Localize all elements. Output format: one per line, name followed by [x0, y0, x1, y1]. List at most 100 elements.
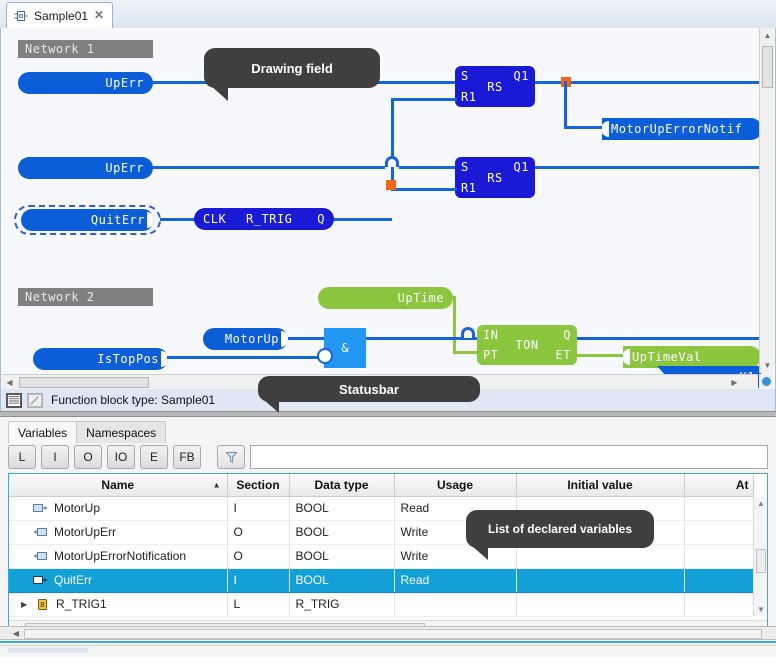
variable-label: UpErr: [105, 161, 144, 175]
negate-input-icon[interactable]: [317, 348, 333, 364]
scroll-left-icon[interactable]: ◀: [2, 375, 17, 389]
network-2-label[interactable]: Network 2: [18, 288, 153, 306]
filter-button-io[interactable]: IO: [107, 445, 135, 469]
canvas-vertical-scrollbar[interactable]: ▲ ▼: [759, 28, 774, 373]
column-header-initial-value[interactable]: Initial value: [516, 474, 685, 497]
cell-data-type: BOOL: [289, 544, 395, 569]
window-bottom-tab-stub[interactable]: [8, 648, 88, 653]
wire-uptime-down: [453, 296, 456, 354]
function-block-instance-icon: B: [38, 598, 47, 610]
close-icon[interactable]: ✕: [94, 9, 104, 22]
column-header-at[interactable]: At: [684, 474, 754, 497]
table-row[interactable]: ▶ B R_TRIG1 L R_TRIG: [9, 592, 754, 617]
callout-tail: [472, 546, 488, 560]
connector-notch-icon: [161, 351, 168, 367]
callout-tail: [264, 400, 279, 413]
wire-vertical-reset-bus: [391, 98, 394, 183]
horizontal-scroll-thumb[interactable]: [19, 377, 149, 388]
filter-button-l[interactable]: L: [8, 445, 36, 469]
tab-label: Variables: [18, 425, 68, 440]
scroll-up-icon[interactable]: ▲: [754, 497, 767, 510]
variable-quiterr[interactable]: QuitErr: [21, 209, 154, 231]
wire-istoppos-to-and: [167, 356, 322, 359]
r-trig-block[interactable]: CLK R_TRIG Q: [194, 208, 334, 230]
variable-istoppos[interactable]: IsTopPos: [33, 348, 168, 370]
cell-name: MotorUpErrorNotification: [9, 544, 228, 569]
diagram-canvas[interactable]: Network 1 UpErr S R1 Q1 RS MotorUpErrorN…: [1, 28, 762, 389]
filter-button-e[interactable]: E: [140, 445, 168, 469]
and-symbol: &: [341, 341, 349, 355]
tab-namespaces[interactable]: Namespaces: [76, 421, 167, 443]
expand-row-icon[interactable]: ▶: [21, 600, 29, 609]
vertical-scroll-thumb[interactable]: [756, 549, 766, 573]
tab-sample01[interactable]: Sample01 ✕: [6, 2, 114, 28]
filter-button-i[interactable]: I: [41, 445, 69, 469]
variable-name: MotorUp: [54, 501, 101, 515]
cell-name: MotorUpErr: [9, 520, 228, 545]
output-variable-icon: [33, 527, 47, 536]
connector-notch-icon: [623, 349, 630, 365]
wire-motorup-to-and: [288, 337, 324, 340]
rtrig-pin-clk: CLK: [203, 212, 227, 226]
callout-tail: [210, 85, 228, 101]
variable-name: R_TRIG1: [56, 597, 107, 611]
junction-reset-bus[interactable]: [386, 180, 396, 190]
table-vertical-scrollbar[interactable]: ▲ ▼: [753, 497, 767, 616]
ton-block-name: TON: [515, 338, 539, 352]
scroll-up-icon[interactable]: ▲: [760, 28, 775, 43]
scroll-down-icon[interactable]: ▼: [760, 358, 775, 373]
callout-label: List of declared variables: [487, 522, 633, 536]
column-header-section[interactable]: Section: [227, 474, 290, 497]
cell-initial-value: [516, 592, 685, 617]
variable-motorup[interactable]: MotorUp: [203, 328, 288, 350]
canvas-resize-handle[interactable]: [759, 374, 773, 388]
variable-name: MotorUpErr: [54, 525, 117, 539]
function-block-icon: [14, 10, 28, 21]
variable-label: UpTimeVal: [632, 350, 702, 364]
rs-block-1[interactable]: S R1 Q1 RS: [455, 66, 535, 107]
horizontal-scroll-thumb[interactable]: [24, 629, 762, 639]
network-1-label[interactable]: Network 1: [18, 40, 153, 58]
window-bottom-scrollbar[interactable]: ◀: [0, 626, 776, 640]
filter-button-o[interactable]: O: [74, 445, 102, 469]
wire-uptime-to-pt: [453, 351, 478, 354]
variable-uptime[interactable]: UpTime: [318, 287, 453, 309]
column-header-name[interactable]: Name ▲: [9, 474, 228, 497]
column-header-data-type[interactable]: Data type: [289, 474, 395, 497]
tabstrip-background: [0, 0, 776, 28]
vertical-scroll-thumb[interactable]: [762, 46, 773, 88]
drawing-field[interactable]: Network 1 UpErr S R1 Q1 RS MotorUpErrorN…: [0, 28, 776, 389]
variable-uperr-2[interactable]: UpErr: [18, 157, 153, 179]
variable-uptimeval[interactable]: UpTimeVal: [623, 346, 761, 368]
sort-ascending-icon[interactable]: ▲: [213, 480, 221, 489]
button-label: IO: [114, 450, 128, 464]
cell-initial-value: [516, 568, 685, 593]
filter-button-fb[interactable]: FB: [173, 445, 201, 469]
cell-name: QuitErr: [9, 568, 228, 593]
and-block[interactable]: &: [324, 328, 366, 368]
column-header-usage[interactable]: Usage: [394, 474, 517, 497]
tab-variables[interactable]: Variables: [8, 421, 78, 443]
wire-hop-icon: [461, 327, 475, 338]
wire-rs1-q1-branch-down: [564, 81, 567, 129]
grid-icon[interactable]: [6, 392, 22, 408]
variable-filter-toolbar: L I O IO E FB: [8, 443, 768, 471]
scroll-left-icon[interactable]: ◀: [10, 627, 22, 640]
wire-to-rs2-r1: [391, 188, 457, 191]
scroll-right-icon[interactable]: ▶: [727, 375, 742, 389]
filter-search-input[interactable]: [250, 445, 768, 469]
variables-table[interactable]: Name ▲ Section Data type Usage Initial v…: [8, 473, 768, 637]
variable-label: UpErr: [105, 76, 144, 90]
variable-uperr-1[interactable]: UpErr: [18, 72, 153, 94]
edit-icon[interactable]: [27, 392, 43, 408]
callout-label: Drawing field: [251, 60, 333, 76]
filter-funnel-button[interactable]: [217, 445, 245, 469]
variable-motoruperrornotif[interactable]: MotorUpErrorNotif: [602, 118, 762, 140]
table-row[interactable]: QuitErr I BOOL Read: [9, 568, 754, 593]
button-label: L: [18, 450, 26, 464]
scroll-down-icon[interactable]: ▼: [754, 603, 767, 616]
rs-block-2[interactable]: S R1 Q1 RS: [455, 157, 535, 198]
window-divider-line: [0, 645, 776, 646]
button-label: E: [149, 450, 158, 464]
ton-block[interactable]: IN PT Q ET TON: [477, 325, 577, 365]
